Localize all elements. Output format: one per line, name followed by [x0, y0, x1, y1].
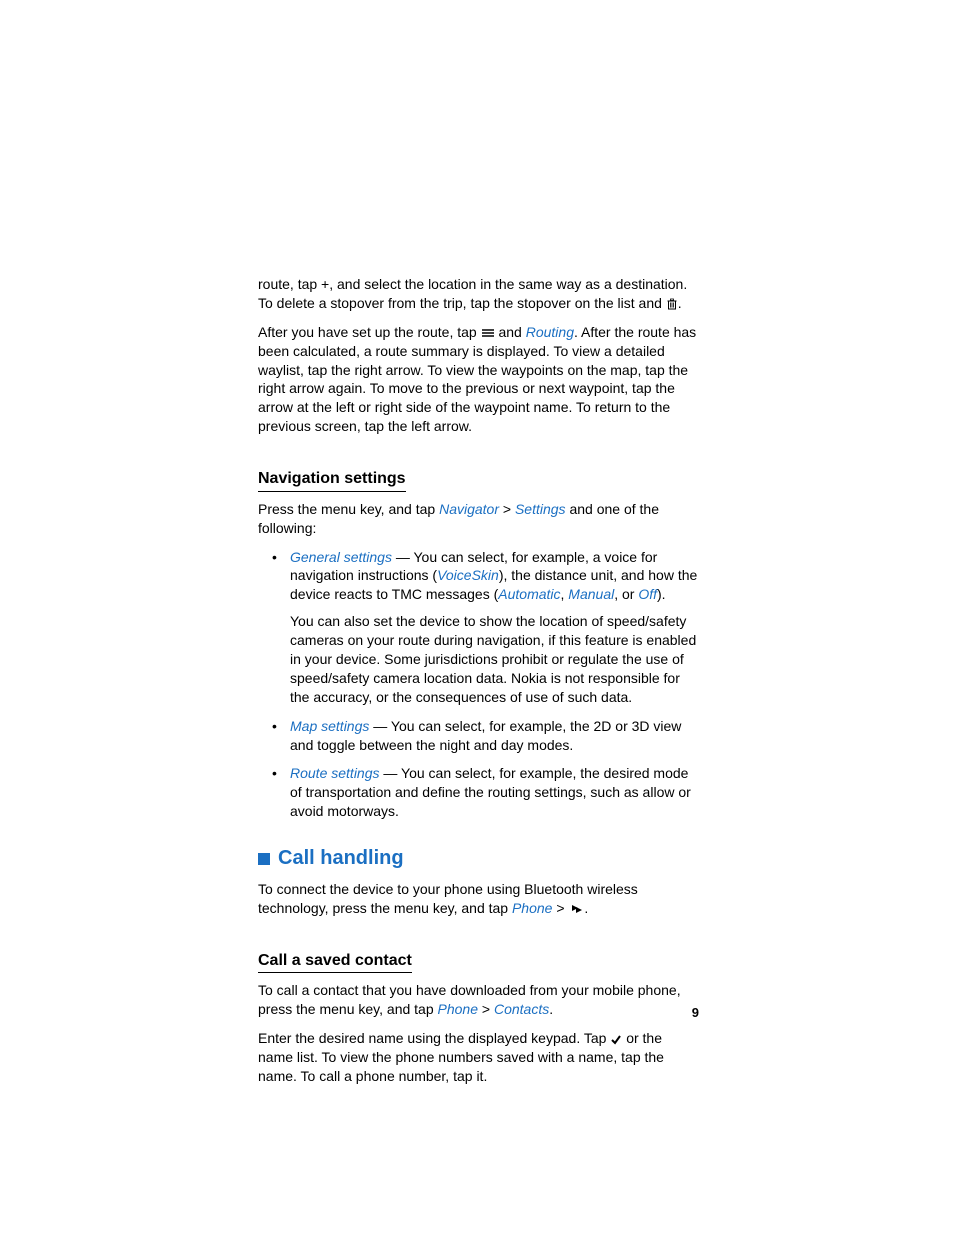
trash-icon — [666, 298, 678, 310]
link-navigator[interactable]: Navigator — [439, 501, 499, 517]
link-automatic[interactable]: Automatic — [498, 586, 560, 602]
link-general-settings[interactable]: General settings — [290, 549, 392, 565]
link-manual[interactable]: Manual — [568, 586, 614, 602]
paragraph-contact-1: To call a contact that you have download… — [258, 981, 699, 1019]
link-off[interactable]: Off — [638, 586, 657, 602]
document-page: route, tap +, and select the location in… — [0, 0, 954, 1086]
checkmark-icon — [610, 1034, 622, 1046]
link-routing[interactable]: Routing — [526, 324, 574, 340]
square-bullet-icon — [258, 853, 270, 865]
paragraph-contact-2: Enter the desired name using the display… — [258, 1029, 699, 1086]
paragraph-routing: After you have set up the route, tap and… — [258, 323, 699, 436]
link-contacts[interactable]: Contacts — [494, 1001, 549, 1017]
link-route-settings[interactable]: Route settings — [290, 765, 380, 781]
bluetooth-connect-icon — [568, 903, 584, 915]
list-item: Map settings — You can select, for examp… — [276, 717, 699, 755]
link-phone[interactable]: Phone — [512, 900, 552, 916]
menu-icon — [481, 328, 495, 338]
list-item: General settings — You can select, for e… — [276, 548, 699, 707]
list-item: Route settings — You can select, for exa… — [276, 764, 699, 821]
paragraph-call-intro: To connect the device to your phone usin… — [258, 880, 699, 918]
plus-symbol: + — [321, 276, 329, 292]
link-map-settings[interactable]: Map settings — [290, 718, 369, 734]
sub-paragraph: You can also set the device to show the … — [290, 612, 699, 706]
link-settings[interactable]: Settings — [515, 501, 566, 517]
paragraph-route-delete: route, tap +, and select the location in… — [258, 275, 699, 313]
heading-navigation-settings: Navigation settings — [258, 468, 406, 492]
bullet-list: General settings — You can select, for e… — [258, 548, 699, 822]
heading-call-handling: Call handling — [258, 845, 699, 872]
paragraph-nav-intro: Press the menu key, and tap Navigator > … — [258, 500, 699, 538]
heading-call-saved-contact: Call a saved contact — [258, 950, 412, 974]
page-number: 9 — [692, 1005, 699, 1020]
link-voiceskin[interactable]: VoiceSkin — [437, 567, 499, 583]
link-phone[interactable]: Phone — [438, 1001, 478, 1017]
